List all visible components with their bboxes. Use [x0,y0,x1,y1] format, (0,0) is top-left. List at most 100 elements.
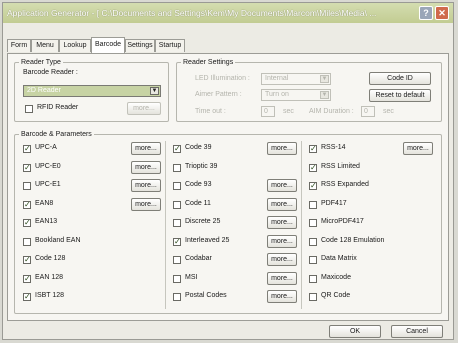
time-out-unit: sec [283,108,294,115]
symbology-checkbox[interactable] [173,163,181,172]
tab-form[interactable]: Form [7,39,31,52]
symbology-checkbox[interactable] [309,274,317,283]
symbology-label: EAN8 [35,199,54,207]
symbology-more-button[interactable]: more... [131,142,161,155]
tab-lookup[interactable]: Lookup [59,39,91,52]
symbology-checkbox[interactable] [173,200,181,209]
aimer-pattern-select[interactable]: Turn on ▼ [261,89,331,101]
symbology-label: RSS-14 [321,144,346,151]
symbology-checkbox[interactable]: ✓ [23,145,31,153]
symbology-checkbox[interactable] [173,256,181,264]
rfid-reader-checkbox[interactable] [25,105,33,113]
led-illumination-label: LED Illumination : [195,75,250,82]
symbology-checkbox[interactable]: ✓ [309,182,317,190]
barcode-reader-value: 2D Reader [27,87,61,94]
symbology-label: Code 128 [35,255,66,262]
help-button[interactable]: ? [419,6,433,20]
symbology-label: Code 93 [185,181,212,188]
symbology-checkbox[interactable]: ✓ [23,274,31,283]
symbology-label: MSI [185,273,198,281]
symbology-more-button[interactable]: more... [131,160,161,174]
column-divider [301,141,302,309]
symbology-more-button[interactable]: more... [403,142,433,155]
aimer-pattern-label: Aimer Pattern : [195,91,242,98]
symbology-checkbox[interactable]: ✓ [309,162,317,172]
symbology-label: Maxicode [321,273,351,281]
symbology-more-button[interactable]: more... [267,142,297,155]
symbology-label: EAN 128 [35,273,64,281]
symbology-label: Code 39 [185,144,212,151]
time-out-input[interactable]: 0 [261,106,275,117]
chevron-down-icon: ▼ [320,75,329,83]
symbology-more-button[interactable]: more... [131,197,161,211]
tab-settings[interactable]: Settings [125,39,155,52]
symbology-label: RSS Expanded [321,181,369,188]
symbology-more-button[interactable]: more... [267,271,297,285]
symbology-more-button[interactable]: more... [131,179,161,192]
symbology-checkbox[interactable] [173,274,181,283]
symbology-label: MicroPDF417 [321,218,364,225]
rfid-more-button[interactable]: more... [127,102,161,115]
symbology-checkbox[interactable]: ✓ [23,293,31,301]
symbology-checkbox[interactable] [309,293,317,301]
symbology-checkbox[interactable] [23,237,31,246]
symbology-checkbox[interactable] [309,219,317,227]
symbology-checkbox[interactable]: ✓ [23,162,31,172]
barcode-parameters-group: Barcode & Parameters ✓ UPC-A more... ✓ UPC-E… [14,130,442,314]
check-mark-icon: ✓ [24,218,31,227]
tab-barcode[interactable]: Barcode [91,37,125,53]
symbology-checkbox[interactable]: ✓ [309,145,317,153]
aim-duration-value: 0 [364,108,368,115]
close-button[interactable]: ✕ [435,6,449,20]
check-mark-icon: ✓ [24,144,31,153]
column-divider [165,141,166,309]
check-mark-icon: ✓ [24,292,31,301]
symbology-label: Postal Codes [185,292,227,299]
check-mark-icon: ✓ [310,162,317,172]
symbology-more-button[interactable]: more... [267,234,297,248]
symbology-checkbox[interactable]: ✓ [23,200,31,209]
check-mark-icon: ✓ [310,144,317,153]
symbology-checkbox[interactable] [309,237,317,246]
symbology-more-button[interactable]: more... [267,216,297,229]
symbology-label: ISBT 128 [35,292,65,299]
led-illumination-value: Internal [265,75,289,82]
aimer-pattern-value: Turn on [265,91,289,98]
symbology-checkbox[interactable]: ✓ [173,236,181,246]
symbology-checkbox[interactable]: ✓ [173,145,181,153]
check-mark-icon: ✓ [174,236,181,246]
tab-startup[interactable]: Startup [155,39,185,52]
symbology-checkbox[interactable]: ✓ [23,256,31,264]
symbology-more-button[interactable]: more... [267,290,297,303]
symbology-more-button[interactable]: more... [267,197,297,211]
ok-button[interactable]: OK [329,325,381,338]
symbology-label: PDF417 [321,199,347,207]
time-out-label: Time out : [195,108,226,115]
code-id-button[interactable]: Code ID [369,72,431,85]
reset-to-default-button[interactable]: Reset to default [369,89,431,102]
symbology-more-button[interactable]: more... [267,179,297,192]
reader-settings-label: Reader Settings [181,58,236,67]
rfid-reader-label: RFID Reader [37,104,79,111]
symbology-checkbox[interactable] [173,293,181,301]
led-illumination-select[interactable]: Internal ▼ [261,73,331,85]
check-mark-icon: ✓ [174,144,181,153]
tab-menu[interactable]: Menu [31,39,59,52]
check-mark-icon: ✓ [24,162,31,172]
symbology-checkbox[interactable] [23,182,31,190]
symbology-more-button[interactable]: more... [267,253,297,266]
symbology-label: UPC-E0 [35,162,61,170]
barcode-reader-select[interactable]: 2D Reader ▼ [23,85,161,97]
symbology-label: EAN13 [35,218,58,225]
symbology-checkbox[interactable] [309,200,317,209]
symbology-label: RSS Limited [321,162,360,170]
cancel-button[interactable]: Cancel [391,325,443,338]
symbology-checkbox[interactable] [173,182,181,190]
title-bar[interactable]: Application Generator - [ C:\Documents a… [3,3,453,23]
symbology-checkbox[interactable]: ✓ [23,219,31,227]
symbology-label: Interleaved 25 [185,236,230,244]
symbology-checkbox[interactable] [173,219,181,227]
aim-duration-input[interactable]: 0 [361,106,375,117]
symbology-checkbox[interactable] [309,256,317,264]
check-mark-icon: ✓ [310,181,317,190]
